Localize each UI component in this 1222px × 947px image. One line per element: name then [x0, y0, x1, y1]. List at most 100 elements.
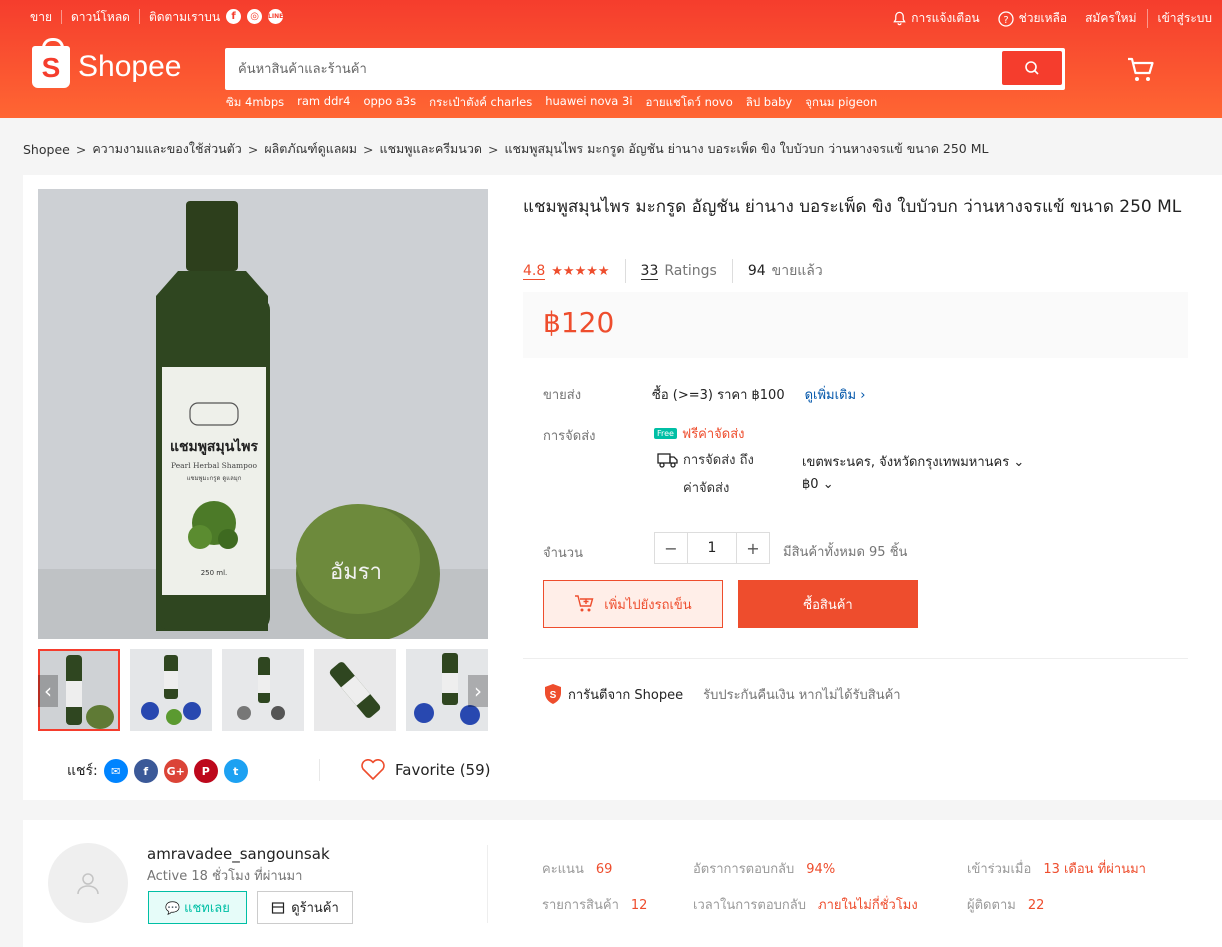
wholesale-value: ซื้อ (>=3) ราคา ฿100: [652, 388, 785, 403]
shop-name: amravadee_sangounsak: [147, 845, 330, 863]
divider: [731, 259, 733, 283]
thumbnail[interactable]: [314, 649, 396, 731]
line-icon[interactable]: LINE: [268, 9, 283, 24]
product-main-image[interactable]: แชมพูสมุนไพร Pearl Herbal Shampoo แชมพูม…: [38, 189, 488, 639]
buy-now-button[interactable]: ซื้อสินค้า: [738, 580, 918, 628]
shop-stat-followers: ผู้ติดตาม 22: [967, 898, 1045, 913]
search-input[interactable]: [228, 51, 998, 87]
wholesale-row: ซื้อ (>=3) ราคา ฿100 ดูเพิ่มเติม ›: [652, 384, 865, 405]
wholesale-label: ขายส่ง: [543, 388, 582, 403]
signup-link[interactable]: สมัครใหม่: [1085, 9, 1136, 28]
shopee-guarantee: S การันตีจาก Shopee รับประกันคืนเงิน หาก…: [543, 683, 901, 705]
sold-label: ขายแล้ว: [771, 263, 823, 279]
help-circle-icon: ?: [997, 10, 1014, 27]
thumbnail[interactable]: [222, 649, 304, 731]
breadcrumb-item[interactable]: Shopee: [23, 142, 70, 157]
rating-score[interactable]: 4.8: [523, 263, 546, 280]
sell-link[interactable]: ขาย: [30, 10, 61, 24]
facebook-share-icon[interactable]: f: [133, 759, 158, 783]
twitter-icon[interactable]: t: [223, 759, 248, 783]
suggestion-link[interactable]: ลิป baby: [746, 94, 792, 112]
shop-stat-response-rate: อัตราการตอบกลับ 94%: [693, 862, 836, 877]
site-header: ขาย ดาวน์โหลด ติดตามเราบน f ◎ LINE การแจ…: [0, 0, 1222, 118]
free-shipping-text: ฟรีค่าจัดส่ง: [681, 427, 745, 442]
truck-icon: [657, 452, 678, 468]
chat-button[interactable]: 💬 แชทเลย: [148, 891, 247, 924]
search-icon: [1025, 61, 1039, 75]
chevron-right-icon: >: [487, 141, 499, 157]
free-shipping-truck-icon: Free: [654, 428, 677, 439]
breadcrumb-item[interactable]: แชมพูและครีมนวด: [380, 139, 482, 159]
search-button[interactable]: [1002, 51, 1062, 85]
quantity-decrease-button[interactable]: −: [655, 533, 687, 563]
follow-us-label: ติดตามเราบน f ◎ LINE: [138, 9, 292, 24]
login-link[interactable]: เข้าสู่ระบบ: [1146, 9, 1212, 28]
thumbnail[interactable]: [130, 649, 212, 731]
suggestion-link[interactable]: ซิม 4mbps: [226, 94, 284, 112]
ship-fee-dropdown[interactable]: ฿0 ⌄: [802, 477, 834, 492]
product-title: แชมพูสมุนไพร มะกรูด อัญชัน ย่านาง บอระเพ…: [523, 197, 1182, 217]
divider: [523, 658, 1188, 659]
top-bar-right: การแจ้งเตือน ? ช่วยเหลือ สมัครใหม่ เข้าส…: [874, 9, 1212, 28]
chevron-right-icon: >: [75, 141, 87, 157]
product-card: แชมพูสมุนไพร Pearl Herbal Shampoo แชมพูม…: [23, 175, 1222, 800]
search-suggestions: ซิม 4mbps ram ddr4 oppo a3s กระเป๋าตังค์…: [226, 94, 890, 112]
breadcrumb-item[interactable]: ผลิตภัณฑ์ดูแลผม: [264, 139, 357, 159]
svg-text:Pearl Herbal Shampoo: Pearl Herbal Shampoo: [171, 461, 257, 470]
help-link[interactable]: ? ช่วยเหลือ: [997, 9, 1067, 28]
shop-stat-response-time: เวลาในการตอบกลับ ภายในไม่กี่ชั่วโมง: [693, 898, 918, 913]
suggestion-link[interactable]: กระเป๋าตังค์ charles: [429, 94, 532, 112]
product-price: ฿120: [543, 306, 615, 339]
pinterest-icon[interactable]: P: [193, 759, 218, 783]
suggestion-link[interactable]: จุกนม pigeon: [805, 94, 877, 112]
quantity-input[interactable]: 1: [687, 533, 737, 563]
share-bar: แชร์: ✉ f G+ P t: [67, 759, 248, 783]
divider: [487, 845, 488, 923]
download-link[interactable]: ดาวน์โหลด: [60, 9, 139, 24]
messenger-icon[interactable]: ✉: [103, 759, 128, 783]
facebook-icon[interactable]: f: [226, 9, 242, 24]
shopee-logo[interactable]: S Shopee: [32, 38, 182, 88]
store-icon: [272, 901, 285, 914]
shop-active-status: Active 18 ชั่วโมง ที่ผ่านมา: [147, 869, 303, 884]
chevron-right-icon: >: [363, 141, 374, 157]
chevron-right-icon: >: [247, 141, 259, 157]
thumbnail-next-button[interactable]: ›: [468, 675, 488, 707]
instagram-icon[interactable]: ◎: [247, 9, 263, 24]
breadcrumb-current: แชมพูสมุนไพร มะกรูด อัญชัน ย่านาง บอระเพ…: [504, 141, 989, 156]
top-bar: ขาย ดาวน์โหลด ติดตามเราบน f ◎ LINE การแจ…: [0, 0, 1222, 34]
suggestion-link[interactable]: huawei nova 3i: [545, 94, 632, 112]
breadcrumb-item[interactable]: ความงามและของใช้ส่วนตัว: [92, 139, 242, 159]
ratings-label: Ratings: [664, 263, 717, 279]
shop-avatar[interactable]: [48, 843, 128, 923]
svg-text:?: ?: [1003, 15, 1008, 26]
view-shop-button[interactable]: ดูร้านค้า: [257, 891, 353, 924]
add-to-cart-button[interactable]: เพิ่มไปยังรถเข็น: [543, 580, 723, 628]
svg-text:แชมพูมะกรูด ดูแลมุก: แชมพูมะกรูด ดูแลมุก: [187, 475, 242, 482]
free-shipping-row: Free ฟรีค่าจัดส่ง: [654, 423, 745, 444]
sold-count: 94: [747, 263, 766, 279]
rating-summary: 4.8 ★★★★★ 33 Ratings 94 ขายแล้ว: [523, 259, 823, 283]
favorite-button[interactable]: Favorite (59): [319, 759, 491, 781]
thumbnail-strip: [38, 649, 498, 731]
logo-text: Shopee: [78, 50, 182, 83]
shop-stat-score: คะแนน 69: [542, 862, 613, 877]
chevron-down-icon: ⌄: [822, 477, 834, 492]
cart-icon[interactable]: [1126, 56, 1156, 88]
breadcrumb: Shopee > ความงามและของใช้ส่วนตัว > ผลิตภัณ…: [23, 139, 988, 159]
svg-text:แชมพูสมุนไพร: แชมพูสมุนไพร: [170, 437, 259, 455]
suggestion-link[interactable]: อายแชโดว์ novo: [646, 94, 733, 112]
wholesale-more-link[interactable]: ดูเพิ่มเติม ›: [805, 384, 866, 405]
suggestion-link[interactable]: ram ddr4: [297, 94, 350, 112]
heart-icon: [361, 759, 385, 780]
ship-to-dropdown[interactable]: เขตพระนคร, จังหวัดกรุงเทพมหานคร ⌄: [802, 451, 1024, 472]
share-label: แชร์:: [67, 763, 98, 779]
notifications-link[interactable]: การแจ้งเตือน: [892, 9, 980, 28]
suggestion-link[interactable]: oppo a3s: [363, 94, 416, 112]
ship-to-label: การจัดส่ง ถึง: [683, 453, 754, 468]
quantity-increase-button[interactable]: +: [737, 533, 769, 563]
google-plus-icon[interactable]: G+: [163, 759, 188, 783]
thumbnail-prev-button[interactable]: ‹: [38, 675, 58, 707]
price-box: ฿120: [523, 292, 1188, 358]
ratings-count[interactable]: 33: [640, 263, 659, 280]
